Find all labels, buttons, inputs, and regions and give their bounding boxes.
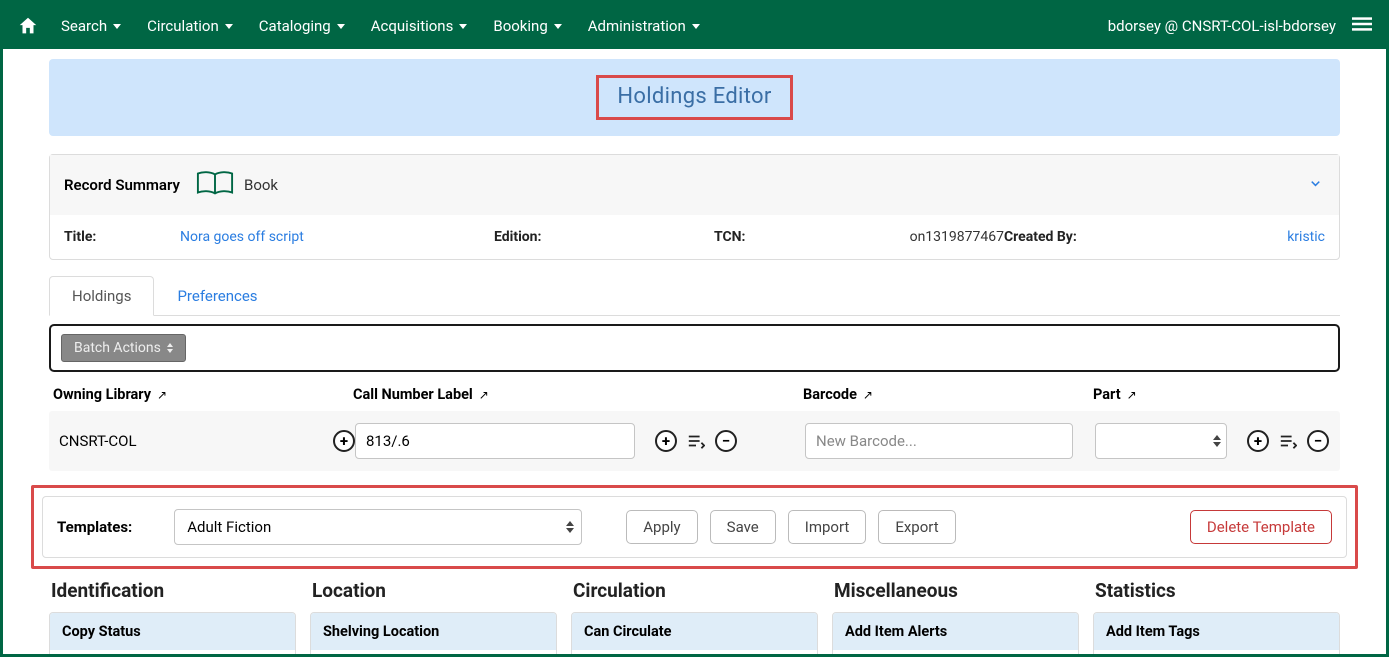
circulation-title: Circulation (573, 579, 818, 602)
owning-library-cell: CNSRT-COL + (55, 430, 355, 452)
delete-template-button[interactable]: Delete Template (1190, 510, 1332, 544)
header-owning-library[interactable]: Owning Library↗ (53, 386, 353, 403)
template-select[interactable] (174, 509, 582, 545)
tab-holdings[interactable]: Holdings (49, 276, 154, 316)
nav-acquisitions[interactable]: Acquisitions (371, 17, 468, 35)
import-button[interactable]: Import (788, 510, 867, 544)
record-format: Book (244, 176, 278, 194)
chevron-down-icon (692, 24, 700, 29)
chevron-down-icon (225, 24, 233, 29)
part-spinner[interactable] (1213, 435, 1221, 447)
nav-search[interactable]: Search (61, 17, 121, 35)
nav-circulation[interactable]: Circulation (147, 17, 233, 35)
title-link[interactable]: Nora goes off script (180, 229, 304, 245)
home-icon[interactable] (17, 15, 39, 37)
holdings-row: CNSRT-COL + + − (49, 411, 1340, 471)
nav-booking[interactable]: Booking (493, 17, 561, 35)
record-summary-header[interactable]: Record Summary Book (50, 155, 1339, 215)
edit-call-number-icon[interactable] (687, 432, 705, 450)
remove-call-number-icon[interactable]: − (715, 430, 737, 452)
column-headers: Owning Library↗ Call Number Label↗ Barco… (49, 386, 1340, 403)
template-select-wrap (174, 509, 582, 545)
record-summary-label: Record Summary (64, 176, 180, 194)
edit-part-icon[interactable] (1279, 432, 1297, 450)
template-spinner[interactable] (566, 521, 574, 533)
user-identity[interactable]: bdorsey @ CNSRT-COL-isl-bdorsey (1108, 17, 1336, 35)
miscellaneous-title: Miscellaneous (834, 579, 1079, 602)
record-summary-card: Record Summary Book Title: Nora goes off… (49, 154, 1340, 260)
nav-menu: Search Circulation Cataloging Acquisitio… (61, 17, 700, 35)
page-banner: Holdings Editor (49, 59, 1340, 136)
nav-right: bdorsey @ CNSRT-COL-isl-bdorsey (1108, 14, 1372, 38)
main-content: Holdings Editor Record Summary Book Titl… (3, 49, 1386, 654)
header-part[interactable]: Part↗ (1093, 386, 1336, 403)
item-alerts-header: Add Item Alerts (833, 613, 1078, 650)
remove-part-icon[interactable]: − (1307, 430, 1329, 452)
header-barcode[interactable]: Barcode↗ (803, 386, 1093, 403)
top-nav: Search Circulation Cataloging Acquisitio… (3, 3, 1386, 49)
location-column: Location Shelving Location Stacks (EG-IN… (310, 579, 557, 654)
chevron-down-icon (113, 24, 121, 29)
tab-preferences[interactable]: Preferences (154, 276, 280, 315)
record-details: Title: Nora goes off script Edition: TCN… (50, 215, 1339, 259)
shelving-location-header: Shelving Location (311, 613, 556, 650)
page-title: Holdings Editor (596, 75, 792, 120)
sort-icon (167, 343, 173, 353)
add-part-icon[interactable]: + (1247, 430, 1269, 452)
export-button[interactable]: Export (878, 510, 955, 544)
created-by-label: Created By: (1004, 229, 1077, 245)
created-by-link[interactable]: kristic (1287, 229, 1325, 245)
attribute-columns: Identification Copy Status In process 1 … (49, 579, 1340, 654)
templates-label: Templates: (57, 518, 132, 536)
barcode-cell (805, 423, 1095, 459)
copy-status-header: Copy Status (50, 613, 295, 650)
call-number-cell: + − (355, 423, 805, 459)
copy-status-card[interactable]: Copy Status In process 1 copy (49, 612, 296, 654)
barcode-input[interactable] (805, 423, 1073, 459)
batch-container: Batch Actions (49, 324, 1340, 372)
tcn-value: on1319877467 (910, 229, 1004, 245)
batch-actions-button[interactable]: Batch Actions (61, 334, 186, 362)
call-number-input[interactable] (355, 423, 635, 459)
can-circulate-header: Can Circulate (572, 613, 817, 650)
templates-highlight: Templates: Apply Save Import Export Dele… (31, 485, 1358, 569)
circulation-column: Circulation Can Circulate Yes 1 copy Is … (571, 579, 818, 654)
chevron-down-icon[interactable] (1308, 176, 1323, 195)
save-button[interactable]: Save (710, 510, 776, 544)
location-title: Location (312, 579, 557, 602)
templates-row: Templates: Apply Save Import Export Dele… (42, 496, 1347, 558)
chevron-down-icon (554, 24, 562, 29)
tcn-label: TCN: (714, 229, 745, 245)
item-tags-card: Add Item Tags Item Tags (1093, 612, 1340, 654)
part-input[interactable] (1095, 423, 1227, 459)
add-call-number-icon[interactable]: + (655, 430, 677, 452)
statistics-title: Statistics (1095, 579, 1340, 602)
item-tags-header: Add Item Tags (1094, 613, 1339, 650)
menu-icon[interactable] (1352, 14, 1372, 38)
part-cell: + − (1095, 423, 1334, 459)
tabs: Holdings Preferences (49, 276, 1340, 316)
miscellaneous-column: Miscellaneous Add Item Alerts Item Alert… (832, 579, 1079, 654)
arrow-icon: ↗ (1127, 388, 1137, 402)
arrow-icon: ↗ (157, 388, 167, 402)
apply-button[interactable]: Apply (626, 510, 697, 544)
statistics-column: Statistics Add Item Tags Item Tags Add I… (1093, 579, 1340, 654)
arrow-icon: ↗ (479, 388, 489, 402)
header-call-number-label[interactable]: Call Number Label↗ (353, 386, 803, 403)
owning-library-value: CNSRT-COL (59, 432, 323, 450)
edition-label: Edition: (494, 229, 541, 245)
chevron-down-icon (337, 24, 345, 29)
arrow-icon: ↗ (863, 388, 873, 402)
title-label: Title: (64, 229, 164, 245)
nav-administration[interactable]: Administration (588, 17, 700, 35)
identification-title: Identification (51, 579, 296, 602)
shelving-location-card[interactable]: Shelving Location Stacks (EG-IN) 1 copy (310, 612, 557, 654)
add-owning-library-icon[interactable]: + (333, 430, 355, 452)
can-circulate-card[interactable]: Can Circulate Yes 1 copy (571, 612, 818, 654)
nav-cataloging[interactable]: Cataloging (259, 17, 345, 35)
book-icon (196, 169, 234, 201)
chevron-down-icon (459, 24, 467, 29)
item-alerts-card: Add Item Alerts Item Alerts (832, 612, 1079, 654)
identification-column: Identification Copy Status In process 1 … (49, 579, 296, 654)
